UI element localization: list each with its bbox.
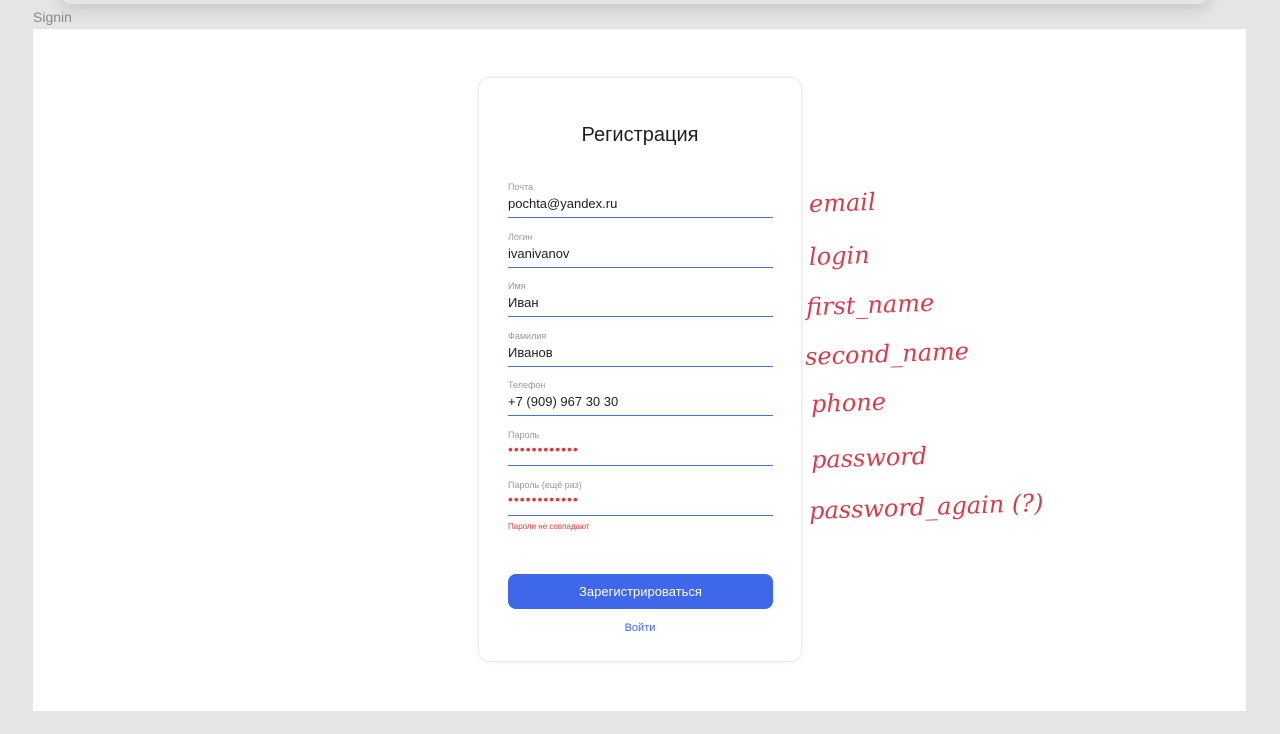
annotation-phone: phone: [810, 387, 887, 419]
page-title: Регистрация: [581, 124, 699, 146]
password-again-field-underline: [508, 514, 773, 516]
annotation-login: login: [808, 240, 871, 272]
annotation-password-again: password_again (?): [808, 488, 1044, 526]
annotation-first-name: first_name: [805, 288, 935, 322]
password-again-field[interactable]: Пароль (ещё раз) ••••••••••••: [508, 480, 773, 516]
login-link[interactable]: Войти: [479, 622, 801, 634]
password-again-field-label: Пароль (ещё раз): [508, 480, 582, 490]
top-toolbar-shadow: [60, 0, 1210, 4]
phone-field-value: +7 (909) 967 30 30: [508, 394, 619, 409]
first-name-field-underline: [508, 315, 773, 317]
email-field-label: Почта: [508, 182, 533, 192]
email-field[interactable]: Почта pochta@yandex.ru: [508, 182, 773, 218]
frame-label: Signin: [33, 9, 72, 25]
password-field[interactable]: Пароль ••••••••••••: [508, 430, 773, 466]
email-field-value: pochta@yandex.ru: [508, 196, 618, 211]
phone-field[interactable]: Телефон +7 (909) 967 30 30: [508, 380, 773, 416]
registration-card: Регистрация Почта pochta@yandex.ru Логин…: [478, 77, 802, 662]
login-field-value: ivanivanov: [508, 246, 570, 261]
second-name-field-underline: [508, 365, 773, 367]
annotation-email: email: [808, 187, 877, 219]
second-name-field-value: Иванов: [508, 345, 553, 360]
password-field-value: ••••••••••••: [508, 441, 579, 457]
annotation-second-name: second_name: [804, 337, 970, 371]
password-field-underline: [508, 464, 773, 466]
login-field-underline: [508, 266, 773, 268]
login-field-label: Логин: [508, 232, 533, 242]
password-field-label: Пароль: [508, 430, 540, 440]
password-mismatch-error: Пароли не совпадают: [508, 522, 590, 531]
phone-field-underline: [508, 414, 773, 416]
second-name-field-label: Фамилия: [508, 331, 547, 341]
annotation-password: password: [810, 441, 928, 475]
first-name-field-label: Имя: [508, 281, 526, 291]
design-canvas: Регистрация Почта pochta@yandex.ru Логин…: [33, 29, 1246, 711]
first-name-field-value: Иван: [508, 295, 539, 310]
phone-field-label: Телефон: [508, 380, 546, 390]
first-name-field[interactable]: Имя Иван: [508, 281, 773, 317]
password-again-field-value: ••••••••••••: [508, 491, 579, 507]
email-field-underline: [508, 216, 773, 218]
login-field[interactable]: Логин ivanivanov: [508, 232, 773, 268]
second-name-field[interactable]: Фамилия Иванов: [508, 331, 773, 367]
register-button[interactable]: Зарегистрироваться: [508, 574, 773, 609]
